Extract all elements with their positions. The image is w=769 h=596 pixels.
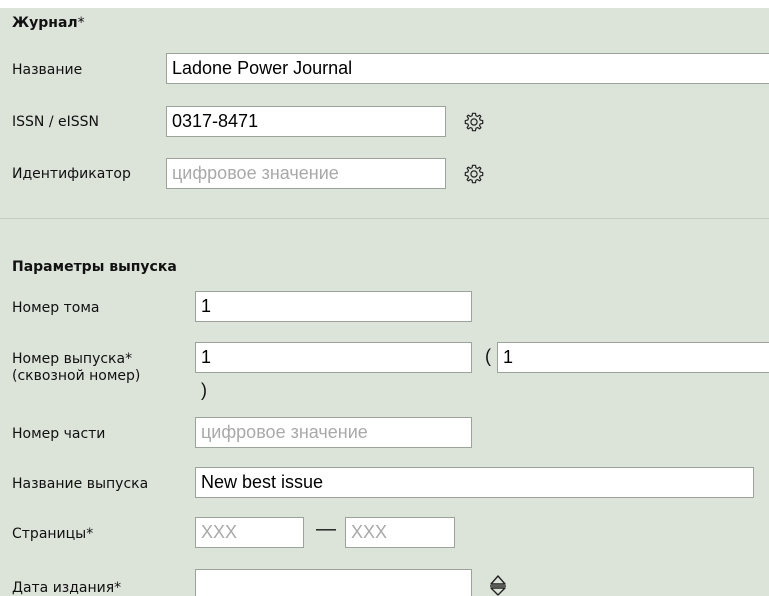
gear-icon-svg bbox=[464, 112, 484, 132]
issue-name-label: Название выпуска bbox=[12, 476, 149, 492]
publish-date-input[interactable] bbox=[195, 569, 472, 596]
close-paren: ) bbox=[201, 380, 207, 400]
gear-icon[interactable] bbox=[462, 110, 486, 134]
volume-input[interactable] bbox=[195, 291, 472, 322]
part-number-input[interactable] bbox=[195, 417, 472, 448]
journal-name-input[interactable] bbox=[166, 53, 769, 84]
pages-label: Страницы* bbox=[12, 526, 94, 542]
publish-date-label: Дата издания* bbox=[12, 580, 122, 596]
required-mark: * bbox=[77, 15, 85, 31]
open-paren: ( bbox=[485, 346, 491, 366]
issn-label: ISSN / eISSN bbox=[12, 114, 99, 130]
journal-section-title: Журнал* bbox=[12, 15, 85, 31]
volume-label: Номер тома bbox=[12, 300, 100, 316]
journal-section-title-text: Журнал bbox=[12, 15, 78, 31]
up-down-arrows-icon-svg bbox=[490, 575, 506, 596]
journal-name-label: Название bbox=[12, 62, 83, 78]
identifier-label: Идентификатор bbox=[12, 166, 131, 182]
up-down-arrows-icon[interactable] bbox=[486, 573, 510, 596]
form-panel: Журнал* Название ISSN / eISSN Идентифика… bbox=[0, 8, 769, 596]
section-divider bbox=[0, 218, 769, 219]
pages-to-input[interactable] bbox=[345, 517, 455, 548]
pages-separator: — bbox=[316, 518, 336, 540]
issue-number-input[interactable] bbox=[195, 342, 472, 373]
identifier-input[interactable] bbox=[166, 158, 446, 189]
issue-section-title: Параметры выпуска bbox=[12, 259, 177, 275]
pages-from-input[interactable] bbox=[195, 517, 304, 548]
issue-number-label-line2: (сквозной номер) bbox=[12, 368, 141, 384]
gear-icon-svg bbox=[464, 164, 484, 184]
gear-icon[interactable] bbox=[462, 162, 486, 186]
issue-name-input[interactable] bbox=[195, 467, 754, 498]
issn-input[interactable] bbox=[166, 106, 446, 137]
continuous-number-input[interactable] bbox=[497, 342, 769, 373]
part-number-label: Номер части bbox=[12, 426, 106, 442]
issue-number-label: Номер выпуска* bbox=[12, 351, 133, 367]
